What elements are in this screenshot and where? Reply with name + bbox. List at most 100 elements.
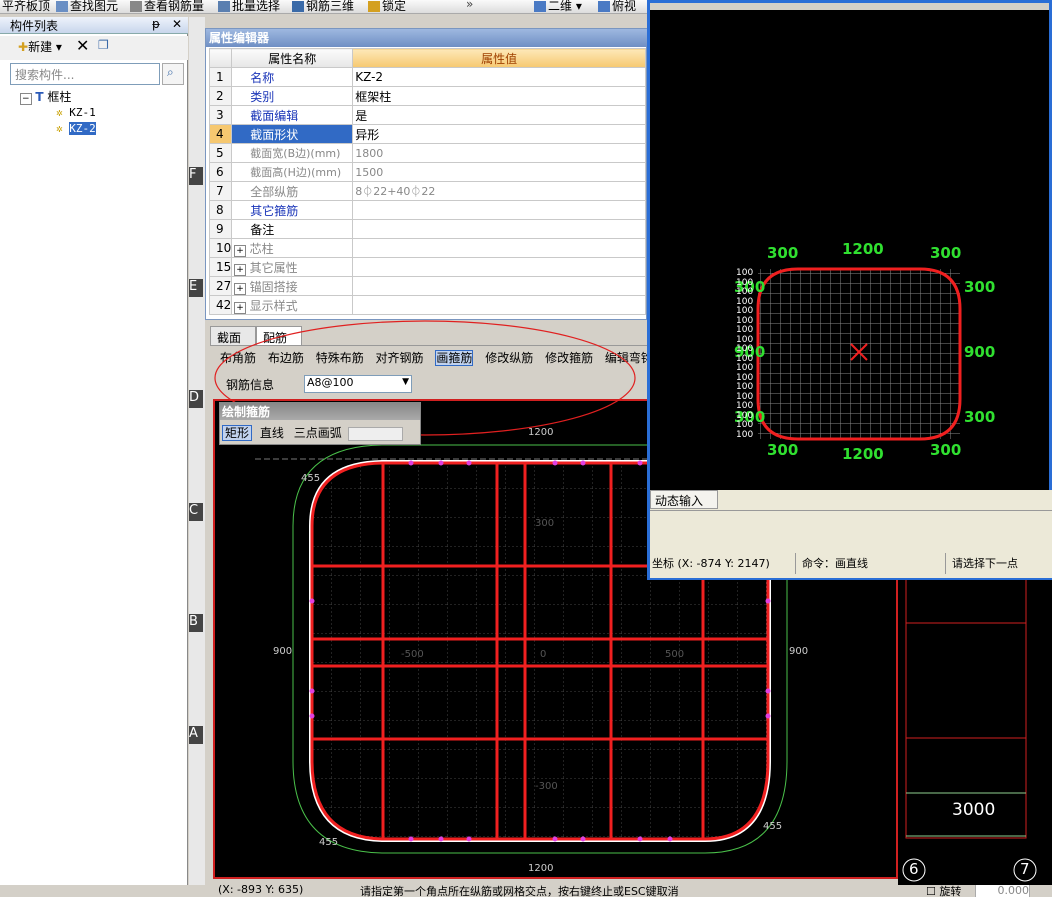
toolbar-2d-dropdown[interactable]: 二维 ▾ xyxy=(534,0,582,13)
component-tree: − T 框柱 ✲ KZ-1 ✲ KZ-2 xyxy=(20,88,96,138)
toolbar-lock-button[interactable]: 锁定 xyxy=(368,0,406,13)
axis-label-f: F xyxy=(189,167,203,185)
axis-label-y-pos: 300 xyxy=(535,518,555,529)
rebar-point xyxy=(580,836,586,842)
property-row[interactable]: 5 截面宽(B边)(mm) 1800 xyxy=(208,143,646,163)
row-num: 1 xyxy=(208,67,233,87)
property-row[interactable]: 1 名称 KZ-2 xyxy=(208,67,646,87)
property-value[interactable]: 框架柱 xyxy=(352,86,646,106)
bg-beam-outline xyxy=(905,577,1027,839)
property-name: 显示样式 xyxy=(249,298,298,313)
property-value[interactable]: 1800 xyxy=(352,143,646,163)
property-value[interactable] xyxy=(352,219,646,239)
pin-icon[interactable]: ᵽ xyxy=(152,17,160,31)
property-editor-title: 属性编辑器 xyxy=(206,29,648,47)
property-name: 备注 xyxy=(231,219,354,239)
axis-label-y-neg: -300 xyxy=(535,781,558,792)
dynamic-input-tab[interactable]: 动态输入 xyxy=(650,490,718,509)
component-list-panel: 构件列表 ᵽ ✕ ✚新建 ▾ ✕ ❐ 搜索构件... ⌕ − T 框柱 ✲ KZ… xyxy=(0,17,188,897)
expand-icon[interactable]: + xyxy=(234,301,246,314)
property-value[interactable]: 1500 xyxy=(352,162,646,182)
preview-dim-right-top: 300 xyxy=(964,278,996,296)
property-name: 截面高(H边)(mm) xyxy=(231,162,354,182)
rebar-point xyxy=(408,460,414,466)
property-row-group[interactable]: 10 + 芯柱 xyxy=(208,238,646,258)
new-component-button[interactable]: ✚新建 ▾ xyxy=(18,38,62,55)
rotate-checkbox[interactable]: ☐ 旋转 xyxy=(926,885,961,897)
row-num: 42 xyxy=(208,295,233,315)
rebar-point xyxy=(438,836,444,842)
toolbar-overflow-icon[interactable]: » xyxy=(466,0,473,11)
property-row-group[interactable]: 15 + 其它属性 xyxy=(208,257,646,277)
row-num: 10 xyxy=(208,238,233,258)
expand-icon[interactable]: + xyxy=(234,282,246,295)
toolbar-align-top-button[interactable]: 平齐板顶 xyxy=(2,0,50,13)
preview-dim-right-bottom: 300 xyxy=(964,408,996,426)
rebar-point xyxy=(466,460,472,466)
rebar-point xyxy=(552,460,558,466)
preview-dim-bottom-mid: 1200 xyxy=(842,445,884,463)
dim-label-right: 900 xyxy=(789,646,809,657)
top-view-icon xyxy=(598,1,610,12)
property-value[interactable]: KZ-2 xyxy=(352,67,646,87)
rectangle-mode-button[interactable]: 矩形 xyxy=(222,425,253,441)
find-icon xyxy=(56,1,68,12)
arc-param-input[interactable] xyxy=(347,426,403,441)
row-num: 5 xyxy=(208,143,233,163)
rebar-point xyxy=(552,836,558,842)
tree-root-frame-column[interactable]: − T 框柱 xyxy=(20,88,96,106)
property-row[interactable]: 9 备注 xyxy=(208,219,646,239)
copy-icon[interactable]: ❐ xyxy=(98,38,109,52)
collapse-icon[interactable]: − xyxy=(20,93,32,105)
property-value[interactable]: 是 xyxy=(352,105,646,125)
preview-dim-top-mid: 1200 xyxy=(842,240,884,258)
property-row[interactable]: 7 全部纵筋 8⏀22+40⏀22 xyxy=(208,181,646,201)
status-message: 请指定第一个角点所在纵筋或网格交点，按右键终止或ESC键取消 xyxy=(360,885,679,897)
toolbar-find-label: 查找图元 xyxy=(70,0,119,13)
tree-item-kz2[interactable]: ✲ KZ-2 xyxy=(20,122,96,138)
toolbar-top-view-button[interactable]: 俯视 xyxy=(598,0,636,13)
glasses-icon xyxy=(130,1,142,12)
property-row[interactable]: 8 其它箍筋 xyxy=(208,200,646,220)
toolbar-rebar-3d-button[interactable]: 钢筋三维 xyxy=(292,0,354,13)
property-table: 属性名称 属性值 1 名称 KZ-2 2 类别 框架柱 3 截面编辑是 4 截面形状 异形 5… xyxy=(208,48,646,315)
property-name: 截面形状 xyxy=(231,124,354,144)
axis-label-c: C xyxy=(189,503,203,521)
component-list-toolbar: ✚新建 ▾ ✕ ❐ xyxy=(0,36,188,60)
delete-icon[interactable]: ✕ xyxy=(76,36,89,55)
property-row-group[interactable]: 42 + 显示样式 xyxy=(208,295,646,315)
bg-dim-3000: 3000 xyxy=(952,800,996,820)
toolbar-batch-select-label: 批量选择 xyxy=(232,0,281,13)
expand-icon[interactable]: + xyxy=(234,244,246,257)
property-value xyxy=(352,238,646,258)
search-input[interactable]: 搜索构件... xyxy=(10,63,160,85)
grid-number-7: 7 xyxy=(1020,860,1030,878)
property-row[interactable]: 2 类别 框架柱 xyxy=(208,86,646,106)
status-coord: (X: -893 Y: 635) xyxy=(218,885,304,896)
property-row[interactable]: 3 截面编辑是 xyxy=(208,105,646,125)
rotate-input[interactable]: 0.000 xyxy=(975,885,1030,897)
rebar-3d-icon xyxy=(292,1,304,12)
search-icon[interactable]: ⌕ xyxy=(162,63,184,85)
select-icon xyxy=(218,1,230,12)
close-icon[interactable]: ✕ xyxy=(172,17,182,31)
property-value[interactable]: 8⏀22+40⏀22 xyxy=(352,181,646,201)
property-row[interactable]: 6 截面高(H边)(mm) 1500 xyxy=(208,162,646,182)
rebar-point xyxy=(765,713,771,719)
property-name: 锚固搭接 xyxy=(249,279,298,294)
three-point-arc-button[interactable]: 三点画弧 xyxy=(292,426,344,440)
property-value[interactable] xyxy=(352,200,646,220)
toolbar-find-button[interactable]: 查找图元 xyxy=(56,0,119,13)
property-row-selected[interactable]: 4 截面形状 异形 xyxy=(208,124,646,144)
draw-stirrup-title: 绘制箍筋 xyxy=(220,403,420,420)
toolbar-batch-select-button[interactable]: 批量选择 xyxy=(218,0,281,13)
toolbar-view-rebar-button[interactable]: 查看钢筋量 xyxy=(130,0,204,13)
coord-readout: 坐标 (X: -874 Y: 2147) xyxy=(650,553,796,574)
property-value[interactable]: 异形 xyxy=(352,124,646,144)
property-row-group[interactable]: 27 + 锚固搭接 xyxy=(208,276,646,296)
expand-icon[interactable]: + xyxy=(234,263,246,276)
property-header-row: 属性名称 属性值 xyxy=(208,48,646,68)
row-num: 27 xyxy=(208,276,233,296)
line-mode-button[interactable]: 直线 xyxy=(256,426,288,440)
tree-item-kz1[interactable]: ✲ KZ-1 xyxy=(20,106,96,122)
